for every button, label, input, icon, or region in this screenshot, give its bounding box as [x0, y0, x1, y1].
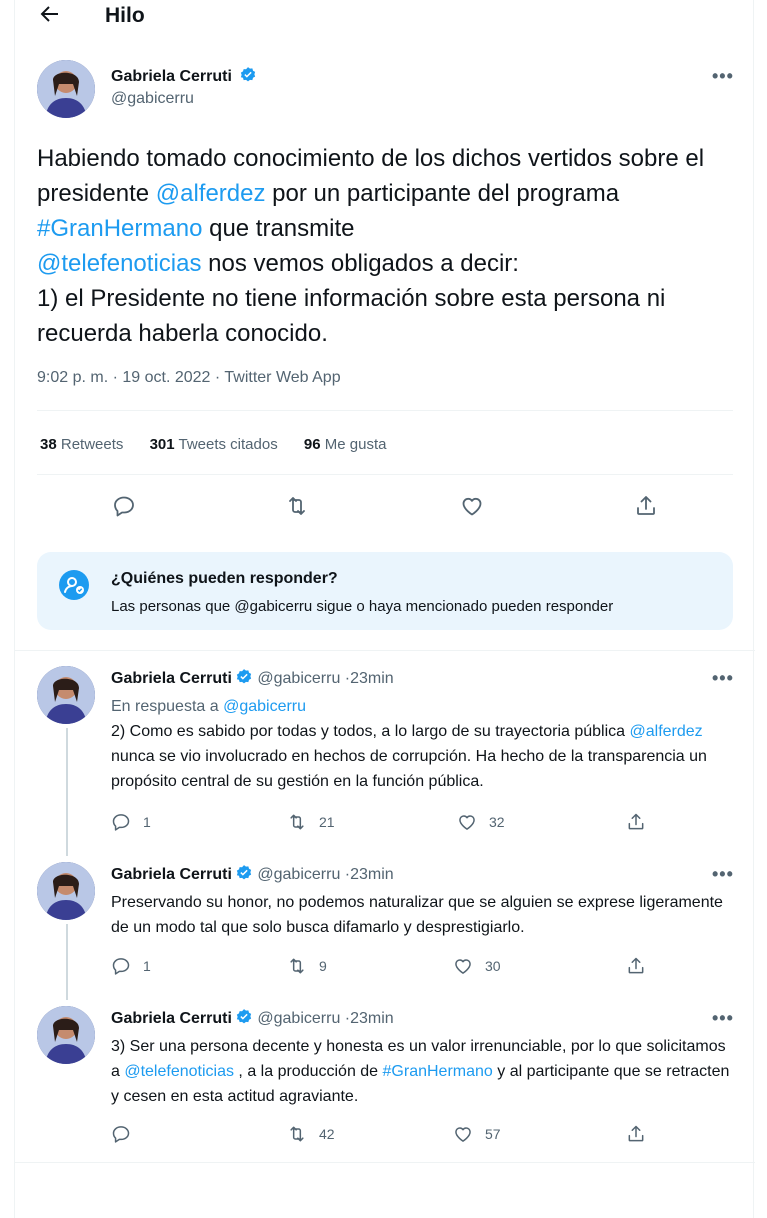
- avatar[interactable]: [37, 666, 95, 724]
- reply-button[interactable]: 1: [111, 812, 151, 832]
- more-horizontal-icon[interactable]: •••: [712, 66, 734, 87]
- reply-time[interactable]: 23min: [350, 670, 394, 687]
- reply-actions: 1 21 32: [111, 812, 651, 836]
- verified-badge-icon: [235, 1008, 253, 1026]
- tweet-actions: [15, 494, 755, 524]
- author-name[interactable]: Gabriela Cerruti: [111, 866, 232, 883]
- hashtag-link[interactable]: #GranHermano: [37, 215, 202, 242]
- verified-badge-icon: [239, 66, 257, 84]
- share-icon[interactable]: [626, 1124, 658, 1144]
- tweet-text-part: nos vemos obligados a decir:: [201, 250, 519, 277]
- thread-column: Hilo Gabriela Cerruti @gabicerru ••• Hab…: [14, 0, 755, 1218]
- divider: [37, 474, 733, 475]
- share-icon[interactable]: [626, 956, 658, 976]
- reply-actions: 42 57: [111, 1124, 651, 1148]
- tweet-text: Habiendo tomado conocimiento de los dich…: [37, 141, 737, 351]
- reply-to-label: En respuesta a: [111, 698, 224, 715]
- hashtag-link[interactable]: #GranHermano: [383, 1063, 493, 1080]
- avatar[interactable]: [37, 1006, 95, 1064]
- retweet-icon[interactable]: [285, 494, 311, 520]
- tweet-text-part: 1) el Presidente no tiene información so…: [37, 285, 666, 347]
- reply-header: Gabriela Cerruti @gabicerru ·23min: [111, 1008, 394, 1028]
- like-count: 32: [489, 814, 505, 830]
- tweet-date[interactable]: 19 oct. 2022: [122, 369, 210, 386]
- thread-connector: [66, 728, 68, 856]
- tweet-time[interactable]: 9:02 p. m.: [37, 369, 108, 386]
- retweet-button[interactable]: 42: [287, 1124, 335, 1144]
- tweet-text-part: por un participante del programa: [265, 180, 620, 207]
- author-name[interactable]: Gabriela Cerruti: [111, 68, 232, 85]
- tweet-meta: 9:02 p. m. · 19 oct. 2022 · Twitter Web …: [37, 369, 341, 386]
- divider: [15, 1162, 755, 1163]
- arrow-left-icon[interactable]: [37, 2, 65, 30]
- like-button[interactable]: 32: [457, 812, 505, 832]
- like-button[interactable]: 57: [453, 1124, 501, 1144]
- thread-connector: [66, 924, 68, 1000]
- like-button[interactable]: 30: [453, 956, 501, 976]
- avatar[interactable]: [37, 60, 95, 118]
- share-icon[interactable]: [634, 494, 660, 520]
- more-horizontal-icon[interactable]: •••: [712, 1008, 734, 1029]
- at-mention-icon: [59, 570, 89, 600]
- reply-button[interactable]: [111, 1124, 143, 1144]
- author-block: Gabriela Cerruti @gabicerru: [111, 66, 257, 108]
- more-horizontal-icon[interactable]: •••: [712, 864, 734, 885]
- more-horizontal-icon[interactable]: •••: [712, 668, 734, 689]
- tweet-source: Twitter Web App: [224, 369, 341, 386]
- divider: [37, 410, 733, 411]
- reply-text: Preservando su honor, no podemos natural…: [111, 894, 723, 936]
- mention-link[interactable]: @telefenoticias: [37, 250, 201, 277]
- like-count: 30: [485, 958, 501, 974]
- divider: [15, 650, 755, 651]
- avatar[interactable]: [37, 862, 95, 920]
- retweet-count: 21: [319, 814, 335, 830]
- reply-time[interactable]: 23min: [350, 1010, 394, 1027]
- likes-stat[interactable]: 96 Me gusta: [304, 436, 387, 453]
- retweets-stat[interactable]: 38 Retweets: [40, 436, 123, 453]
- author-name[interactable]: Gabriela Cerruti: [111, 670, 232, 687]
- reply-time[interactable]: 23min: [350, 866, 394, 883]
- tweet-text-part: que transmite: [202, 215, 355, 242]
- header-bar: Hilo: [15, 0, 755, 38]
- mention-link[interactable]: @telefenoticias: [124, 1063, 234, 1080]
- reply-count: 1: [143, 958, 151, 974]
- retweet-button[interactable]: 9: [287, 956, 327, 976]
- verified-badge-icon: [235, 668, 253, 686]
- verified-badge-icon: [235, 864, 253, 882]
- who-can-reply-box: ¿Quiénes pueden responder? Las personas …: [37, 552, 733, 630]
- reply-text: En respuesta a @gabicerru 2) Como es sabi…: [111, 694, 731, 794]
- who-can-reply-subtitle: Las personas que @gabicerru sigue o haya…: [111, 598, 614, 615]
- author-handle[interactable]: @gabicerru: [257, 670, 340, 687]
- reply-header: Gabriela Cerruti @gabicerru ·23min: [111, 668, 394, 688]
- share-icon[interactable]: [626, 812, 658, 832]
- who-can-reply-title: ¿Quiénes pueden responder?: [111, 570, 338, 587]
- author-handle[interactable]: @gabicerru: [111, 90, 257, 108]
- author-name[interactable]: Gabriela Cerruti: [111, 1010, 232, 1027]
- reply-button[interactable]: 1: [111, 956, 151, 976]
- page-title: Hilo: [105, 4, 145, 27]
- reply-text: 3) Ser una persona decente y honesta es …: [111, 1034, 731, 1109]
- reply-header: Gabriela Cerruti @gabicerru ·23min: [111, 864, 394, 884]
- reply-text-part: nunca se vio involucrado en hechos de co…: [111, 748, 707, 790]
- mention-link[interactable]: @alferdez: [630, 723, 703, 740]
- retweet-button[interactable]: 21: [287, 812, 335, 832]
- reply-icon[interactable]: [112, 494, 138, 520]
- reply-to-link[interactable]: @gabicerru: [223, 698, 306, 715]
- tweet-stats: 38 Retweets 301 Tweets citados 96 Me gus…: [40, 436, 408, 453]
- reply-text-part: 2) Como es sabido por todas y todos, a l…: [111, 723, 630, 740]
- reply-count: 1: [143, 814, 151, 830]
- retweet-count: 9: [319, 958, 327, 974]
- retweet-count: 42: [319, 1126, 335, 1142]
- reply-actions: 1 9 30: [111, 956, 651, 980]
- reply-text-part: , a la producción de: [233, 1063, 383, 1080]
- mention-link[interactable]: @alferdez: [156, 180, 266, 207]
- heart-icon[interactable]: [460, 494, 486, 520]
- author-handle[interactable]: @gabicerru: [257, 1010, 340, 1027]
- like-count: 57: [485, 1126, 501, 1142]
- quotes-stat[interactable]: 301 Tweets citados: [150, 436, 278, 453]
- author-handle[interactable]: @gabicerru: [257, 866, 340, 883]
